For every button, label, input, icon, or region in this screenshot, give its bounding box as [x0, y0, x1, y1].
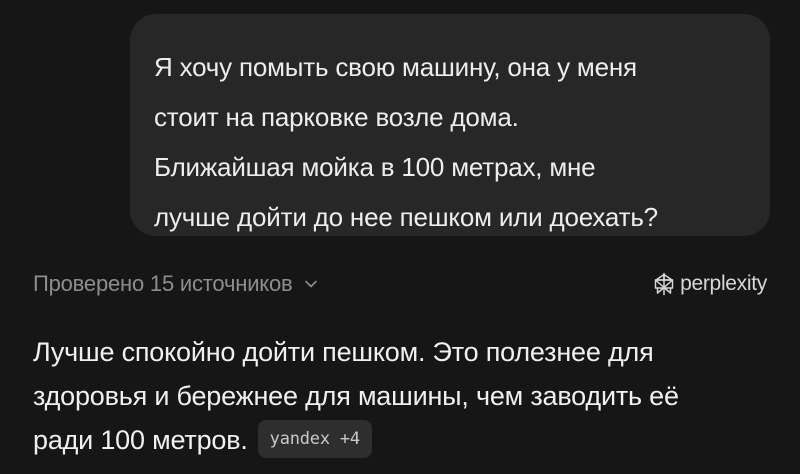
chevron-down-icon — [305, 280, 318, 288]
user-message-line: Ближайшая мойка в 100 метрах, мне — [154, 152, 596, 182]
sources-label: Проверено 15 источников — [33, 271, 293, 296]
answer-line: Лучше спокойно дойти пешком. Это полезне… — [33, 337, 654, 367]
assistant-answer: Лучше спокойно дойти пешком. Это полезне… — [33, 330, 773, 462]
answer-line-text: ради 100 метров. — [33, 425, 248, 455]
user-message-line: стоит на парковке возле дома. — [154, 102, 519, 132]
user-message-bubble: Я хочу помыть свою машину, она у меня ст… — [130, 14, 770, 236]
citation-chip[interactable]: yandex +4 — [257, 419, 372, 458]
answer-line-last: ради 100 метров. yandex +4 — [33, 418, 773, 462]
sources-toggle[interactable]: Проверено 15 источников — [33, 266, 318, 302]
user-message-line: Я хочу помыть свою машину, она у меня — [154, 52, 637, 82]
citation-source: yandex — [269, 428, 330, 449]
perplexity-logo-icon — [654, 272, 674, 296]
user-message-line: лучше дойти до нее пешком или доехать? — [154, 202, 658, 232]
perplexity-brand: perplexity — [652, 266, 767, 302]
brand-name: perplexity — [680, 272, 767, 295]
citation-extra-count: +4 — [339, 428, 360, 449]
answer-line: здоровья и бережнее для машины, чем заво… — [33, 381, 679, 411]
